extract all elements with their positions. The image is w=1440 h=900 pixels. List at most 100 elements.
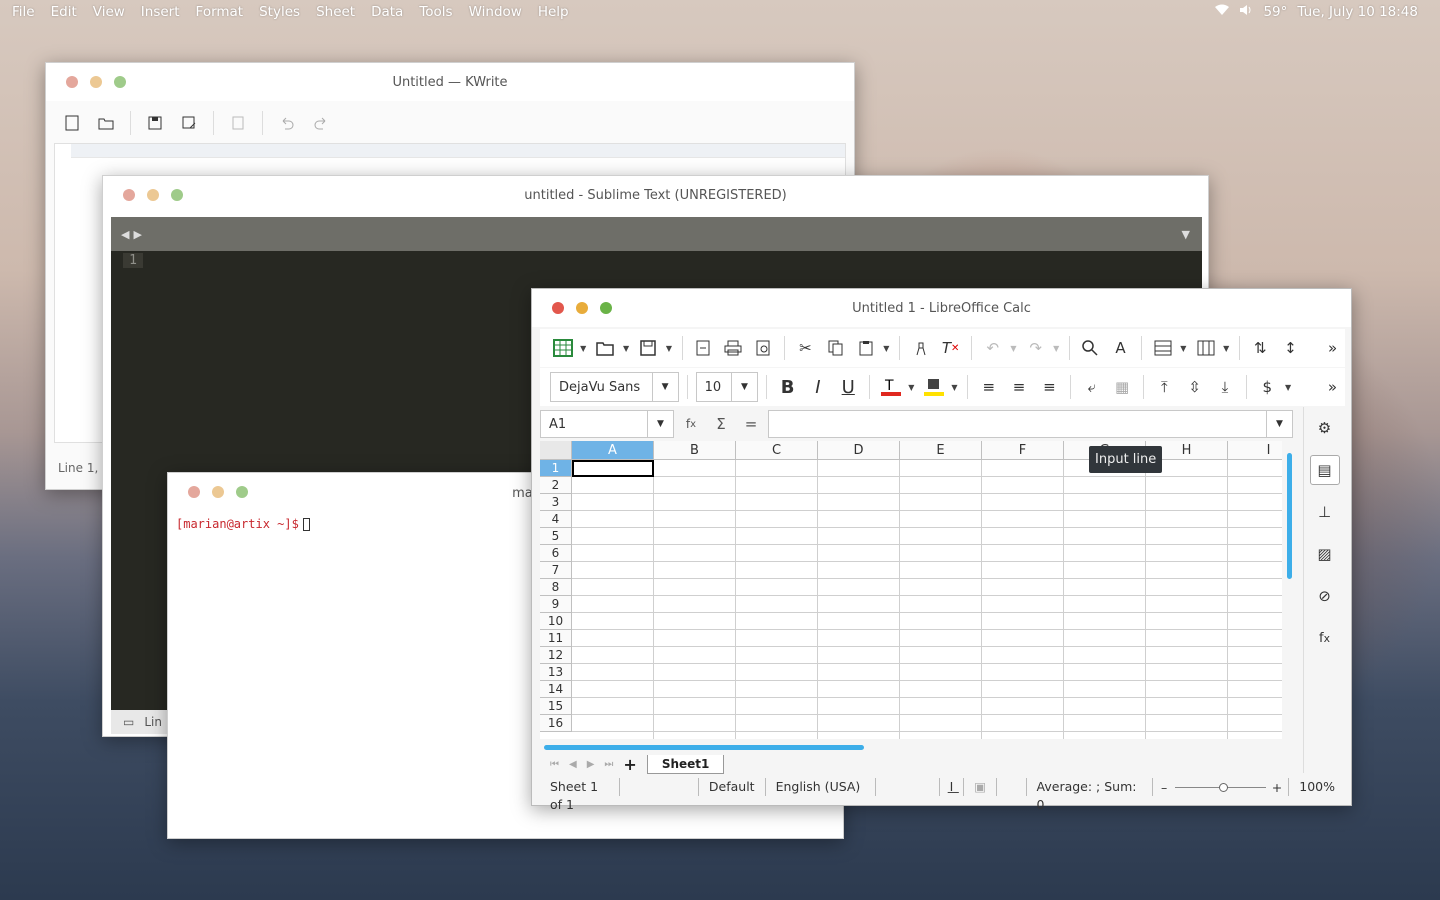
row-header[interactable]: 1	[540, 460, 572, 477]
print-icon[interactable]	[721, 335, 746, 361]
chevron-down-icon[interactable]: ▼	[730, 373, 757, 401]
row-header[interactable]: 3	[540, 494, 572, 511]
clear-formatting-icon[interactable]: T ✕	[938, 335, 963, 361]
maximize-button[interactable]	[236, 486, 248, 498]
menu-insert[interactable]: Insert	[133, 4, 188, 20]
menu-edit[interactable]: Edit	[43, 4, 85, 20]
wrap-text-icon[interactable]: ⤶	[1079, 374, 1104, 400]
new-spreadsheet-icon[interactable]	[550, 335, 575, 361]
clone-formatting-icon[interactable]	[908, 335, 933, 361]
close-button[interactable]	[66, 76, 78, 88]
sum-icon[interactable]: Σ	[708, 411, 734, 437]
weather-label[interactable]: 59°	[1263, 4, 1287, 20]
minimize-button[interactable]	[576, 302, 588, 314]
align-center-icon[interactable]: ≡	[1006, 374, 1031, 400]
copy-icon[interactable]	[823, 335, 848, 361]
column-header[interactable]: I	[1228, 441, 1282, 460]
chevron-down-icon[interactable]: ▼	[1010, 344, 1018, 353]
minimize-button[interactable]	[90, 76, 102, 88]
row-header[interactable]: 4	[540, 511, 572, 528]
open-icon[interactable]	[593, 335, 618, 361]
more-tools-icon[interactable]: »	[1320, 335, 1345, 361]
wifi-icon[interactable]	[1215, 4, 1230, 20]
cut-icon[interactable]: ✂	[793, 335, 818, 361]
horizontal-scrollbar[interactable]	[544, 745, 864, 750]
zoom-level[interactable]: 100%	[1288, 778, 1345, 796]
menu-file[interactable]: File	[4, 4, 43, 20]
chevron-down-icon[interactable]: ▼	[651, 373, 678, 401]
menu-window[interactable]: Window	[461, 4, 530, 20]
row-header[interactable]: 11	[540, 630, 572, 647]
save-as-icon[interactable]	[179, 113, 199, 133]
add-sheet-icon[interactable]: +	[623, 755, 636, 774]
vertical-scrollbar[interactable]	[1284, 441, 1294, 737]
column-header[interactable]: F	[982, 441, 1064, 460]
print-preview-icon[interactable]	[751, 335, 776, 361]
underline-icon[interactable]: U	[836, 374, 861, 400]
gallery-icon[interactable]: ▨	[1310, 539, 1340, 569]
column-icon[interactable]	[1193, 335, 1218, 361]
last-sheet-icon[interactable]: ⏭	[604, 759, 613, 770]
row-header[interactable]: 15	[540, 698, 572, 715]
maximize-button[interactable]	[114, 76, 126, 88]
row-header[interactable]: 2	[540, 477, 572, 494]
chevron-down-icon[interactable]: ▼	[666, 344, 674, 353]
chevron-down-icon[interactable]: ▼	[623, 344, 631, 353]
italic-icon[interactable]: I	[805, 374, 830, 400]
save-icon[interactable]	[636, 335, 661, 361]
chevron-down-icon[interactable]: ▼	[1223, 344, 1231, 353]
font-color-icon[interactable]: T	[878, 374, 903, 400]
more-tools-icon[interactable]: »	[1320, 374, 1345, 400]
column-header[interactable]: B	[654, 441, 736, 460]
export-pdf-icon[interactable]	[691, 335, 716, 361]
menu-view[interactable]: View	[85, 4, 133, 20]
row-header[interactable]: 13	[540, 664, 572, 681]
sublime-titlebar[interactable]: untitled - Sublime Text (UNREGISTERED)	[103, 176, 1208, 214]
chevron-down-icon[interactable]: ▼	[908, 383, 916, 392]
row-header[interactable]: 6	[540, 545, 572, 562]
chevron-down-icon[interactable]: ▼	[951, 383, 959, 392]
column-header[interactable]: C	[736, 441, 818, 460]
align-middle-icon[interactable]: ⇳	[1182, 374, 1207, 400]
undo-icon[interactable]: ↶	[980, 335, 1005, 361]
formula-icon[interactable]: =	[738, 411, 764, 437]
zoom-slider[interactable]	[1175, 782, 1266, 792]
column-header[interactable]: E	[900, 441, 982, 460]
spelling-icon[interactable]: A	[1108, 335, 1133, 361]
tab-dropdown-icon[interactable]: ▼	[1182, 228, 1190, 241]
merge-cells-icon[interactable]: ▦	[1109, 374, 1134, 400]
menu-styles[interactable]: Styles	[251, 4, 308, 20]
highlight-color-icon[interactable]	[921, 374, 946, 400]
find-replace-icon[interactable]	[1078, 335, 1103, 361]
row-header[interactable]: 8	[540, 579, 572, 596]
volume-icon[interactable]	[1239, 4, 1253, 20]
font-name-combo[interactable]: DejaVu Sans ▼	[550, 372, 679, 402]
sort-ascending-icon[interactable]: ↕	[1278, 335, 1303, 361]
zoom-out-icon[interactable]: –	[1153, 780, 1175, 795]
row-header[interactable]: 7	[540, 562, 572, 579]
panel-icon[interactable]: ▭	[123, 715, 134, 729]
select-all-corner[interactable]	[540, 441, 572, 460]
prev-sheet-icon[interactable]: ◀	[569, 759, 577, 770]
font-size-combo[interactable]: 10 ▼	[695, 372, 758, 402]
close-button[interactable]	[552, 302, 564, 314]
menu-sheet[interactable]: Sheet	[308, 4, 363, 20]
row-header[interactable]: 14	[540, 681, 572, 698]
minimize-button[interactable]	[212, 486, 224, 498]
redo-icon[interactable]: ↷	[1023, 335, 1048, 361]
align-left-icon[interactable]: ≡	[976, 374, 1001, 400]
align-bottom-icon[interactable]: ⤓	[1212, 374, 1237, 400]
chevron-down-icon[interactable]: ▼	[883, 344, 891, 353]
bold-icon[interactable]: B	[775, 374, 800, 400]
currency-icon[interactable]: $	[1255, 374, 1280, 400]
first-sheet-icon[interactable]: ⏮	[550, 759, 559, 770]
properties-icon[interactable]: ▤	[1309, 455, 1340, 485]
paste-icon[interactable]	[853, 335, 878, 361]
align-right-icon[interactable]: ≡	[1037, 374, 1062, 400]
close-button[interactable]	[123, 189, 135, 201]
selection-summary[interactable]: Average: ; Sum: 0	[1027, 778, 1154, 812]
column-header[interactable]: A	[572, 441, 654, 460]
calc-titlebar[interactable]: Untitled 1 - LibreOffice Calc	[532, 289, 1351, 327]
align-top-icon[interactable]: ⤒	[1152, 374, 1177, 400]
chevron-down-icon[interactable]: ▼	[647, 411, 673, 437]
